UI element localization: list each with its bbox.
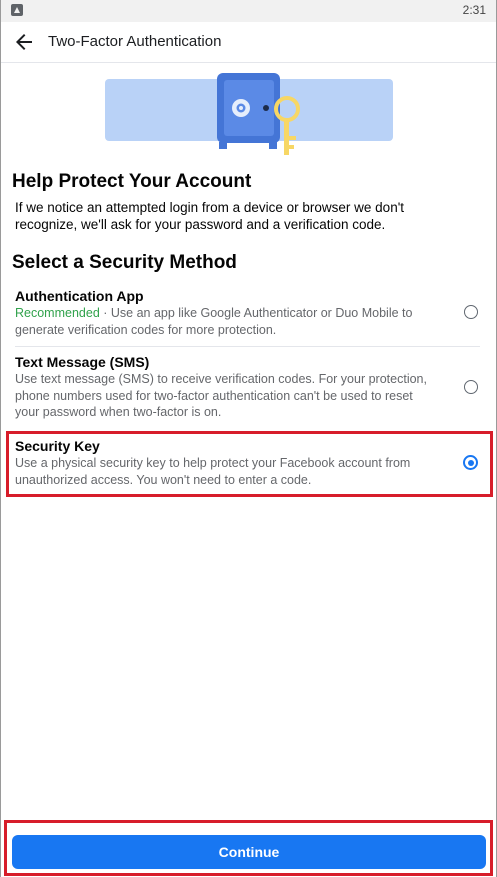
radio-security-key[interactable] [463,455,478,470]
option-description: Recommended · Use an app like Google Aut… [15,305,435,338]
status-bar: 2:31 [1,0,496,22]
option-security-key[interactable]: Security Key Use a physical security key… [7,433,490,495]
option-description: Use text message (SMS) to receive verifi… [15,372,427,419]
notification-icon [11,4,23,16]
option-title: Security Key [15,438,100,454]
safe-illustration [105,73,393,155]
recommended-badge: Recommended [15,306,100,320]
app-bar: Two-Factor Authentication [1,22,496,63]
option-authentication-app[interactable]: Authentication App Recommended · Use an … [7,283,490,341]
section-heading: Help Protect Your Account [12,171,252,192]
option-text-message[interactable]: Text Message (SMS) Use text message (SMS… [7,349,490,423]
section-heading-method: Select a Security Method [12,252,237,273]
back-arrow-icon[interactable] [12,30,36,54]
radio-text-message[interactable] [464,380,478,394]
status-time: 2:31 [462,3,486,17]
intro-text: If we notice an attempted login from a d… [15,200,405,232]
continue-button[interactable]: Continue [12,835,486,869]
option-title: Text Message (SMS) [15,354,150,370]
page-title: Two-Factor Authentication [48,33,222,50]
option-title: Authentication App [15,288,144,304]
radio-authentication-app[interactable] [464,305,478,319]
option-description: Use a physical security key to help prot… [15,456,411,487]
divider [15,346,480,347]
